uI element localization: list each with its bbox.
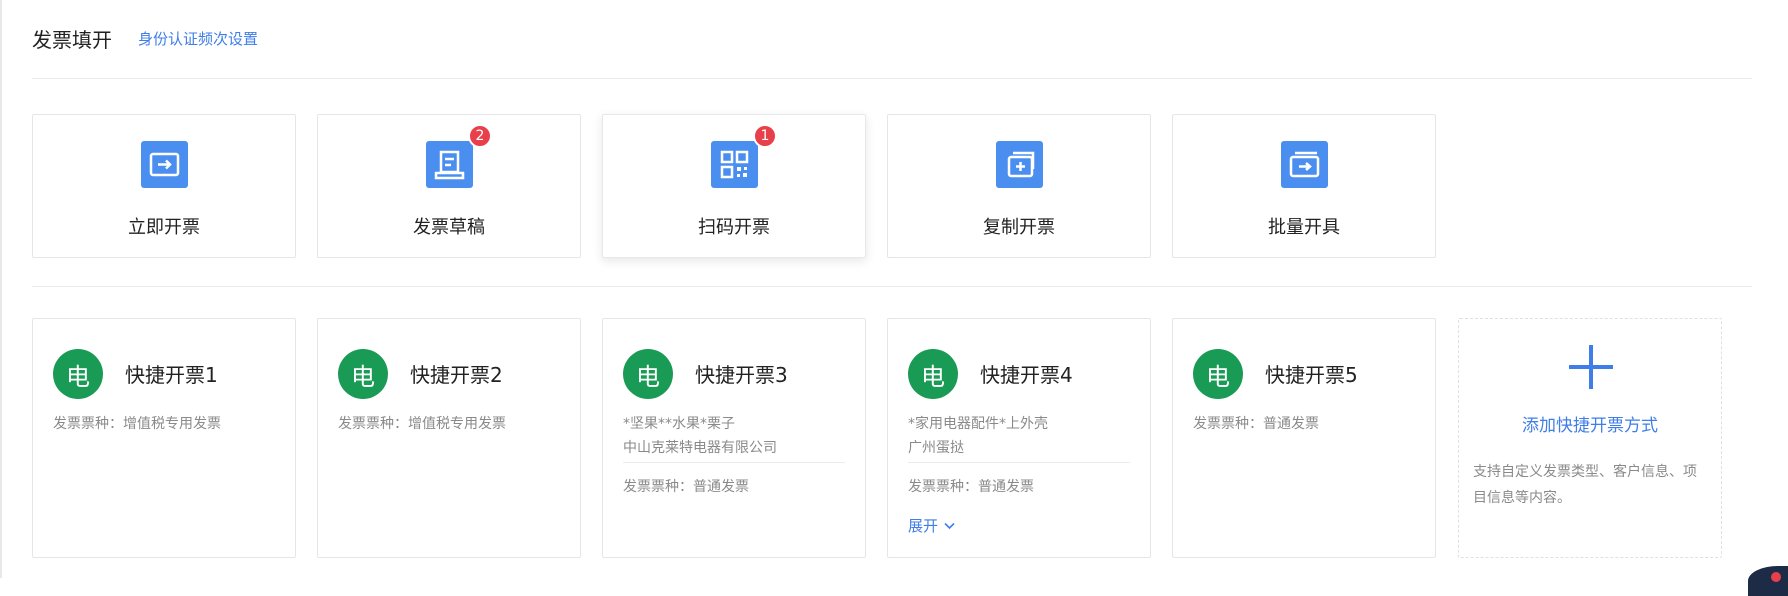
- quick-invoice-title: 快捷开票4: [980, 363, 1073, 387]
- invoice-arrow-icon: [141, 141, 188, 188]
- batch-invoice-card[interactable]: 批量开具: [1172, 114, 1436, 258]
- separator: [908, 462, 1130, 463]
- separator: [623, 462, 845, 463]
- action-label: 复制开票: [983, 217, 1055, 238]
- add-quick-invoice-label: 添加快捷开票方式: [1522, 416, 1658, 436]
- page-title: 发票填开: [32, 27, 112, 52]
- company-name: 广州蛋挞: [908, 440, 964, 456]
- avatar: 电: [623, 349, 673, 399]
- avatar: 电: [1193, 349, 1243, 399]
- invoice-type: 发票票种：普通发票: [623, 479, 749, 495]
- company-name: 中山克莱特电器有限公司: [623, 440, 777, 456]
- quick-invoice-card-5[interactable]: 电 快捷开票5 发票票种：普通发票: [1172, 318, 1436, 558]
- immediate-invoice-card[interactable]: 立即开票: [32, 114, 296, 258]
- batch-invoice-icon: [1281, 141, 1328, 188]
- floating-assistant-button[interactable]: [1748, 566, 1788, 596]
- invoice-draft-card[interactable]: 2 发票草稿: [317, 114, 581, 258]
- avatar: 电: [53, 349, 103, 399]
- item-name: *坚果**水果*栗子: [623, 416, 735, 432]
- invoice-type: 发票票种：增值税专用发票: [53, 416, 221, 432]
- divider: [32, 78, 1752, 79]
- left-border: [0, 0, 2, 578]
- action-label: 立即开票: [128, 217, 200, 238]
- expand-link[interactable]: 展开: [908, 515, 955, 536]
- item-name: *家用电器配件*上外壳: [908, 416, 1048, 432]
- qr-code-icon: [711, 141, 758, 188]
- quick-invoice-card-3[interactable]: 电 快捷开票3 *坚果**水果*栗子 中山克莱特电器有限公司 发票票种：普通发票: [602, 318, 866, 558]
- copy-invoice-card[interactable]: 复制开票: [887, 114, 1151, 258]
- quick-invoice-card-2[interactable]: 电 快捷开票2 发票票种：增值税专用发票: [317, 318, 581, 558]
- draft-icon: [426, 141, 473, 188]
- copy-invoice-icon: [996, 141, 1043, 188]
- action-label: 发票草稿: [413, 217, 485, 238]
- add-quick-invoice-description: 支持自定义发票类型、客户信息、项目信息等内容。: [1473, 464, 1697, 506]
- identity-auth-frequency-link[interactable]: 身份认证频次设置: [138, 28, 258, 49]
- page-header: 发票填开 身份认证频次设置: [32, 20, 258, 56]
- plus-icon: [1569, 345, 1613, 389]
- draft-count-badge: 2: [468, 124, 492, 148]
- divider: [32, 286, 1752, 287]
- chevron-down-icon: [944, 522, 955, 529]
- quick-invoice-card-1[interactable]: 电 快捷开票1 发票票种：增值税专用发票: [32, 318, 296, 558]
- add-quick-invoice-card[interactable]: 添加快捷开票方式 支持自定义发票类型、客户信息、项目信息等内容。: [1458, 318, 1722, 558]
- notification-dot: [1771, 572, 1781, 582]
- scan-count-badge: 1: [753, 124, 777, 148]
- action-label: 批量开具: [1268, 217, 1340, 238]
- invoice-type: 发票票种：普通发票: [908, 479, 1034, 495]
- avatar: 电: [908, 349, 958, 399]
- quick-invoice-title: 快捷开票3: [695, 363, 788, 387]
- invoice-type: 发票票种：增值税专用发票: [338, 416, 506, 432]
- scan-invoice-card[interactable]: 1 扫码开票: [602, 114, 866, 258]
- quick-invoice-title: 快捷开票5: [1265, 363, 1358, 387]
- quick-invoice-card-4[interactable]: 电 快捷开票4 *家用电器配件*上外壳 广州蛋挞 发票票种：普通发票 展开: [887, 318, 1151, 558]
- quick-invoice-title: 快捷开票2: [410, 363, 503, 387]
- invoice-type: 发票票种：普通发票: [1193, 416, 1319, 432]
- avatar: 电: [338, 349, 388, 399]
- action-label: 扫码开票: [698, 217, 770, 238]
- expand-label: 展开: [908, 517, 939, 535]
- quick-invoice-title: 快捷开票1: [125, 363, 218, 387]
